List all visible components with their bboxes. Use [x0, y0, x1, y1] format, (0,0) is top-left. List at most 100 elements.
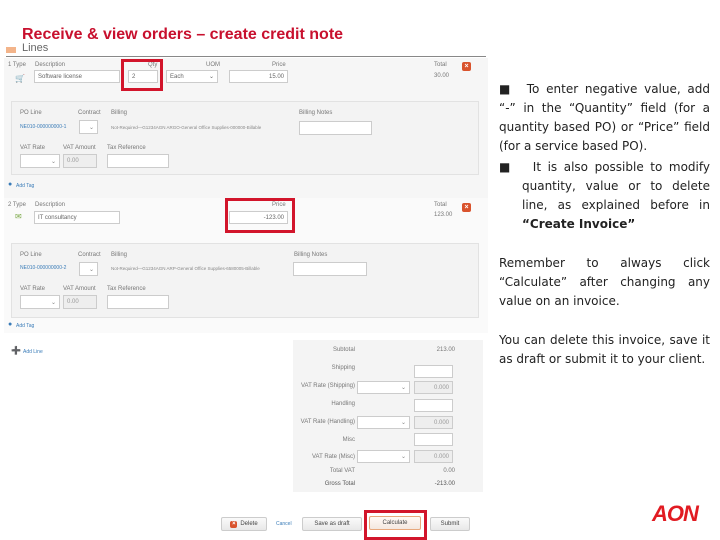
- line-1-po-line-link[interactable]: NE010-000000000-1: [20, 124, 66, 130]
- delete-line-2-icon[interactable]: ×: [462, 203, 471, 212]
- vat-shipping-value: 0.000: [414, 381, 453, 394]
- total-vat-value: 0.00: [443, 468, 455, 474]
- lines-header-label: Lines: [22, 42, 49, 54]
- line-2-billing-value: Not-Required—G1234AGN ARP-General Office…: [111, 266, 260, 271]
- description-label: Description: [35, 62, 66, 68]
- lines-section-header: Lines: [6, 42, 486, 57]
- subtotal-label: Subtotal: [332, 347, 355, 353]
- line-1-vat-amount-field: 0.00: [63, 154, 97, 168]
- line-1-add-tag-link[interactable]: Add Tag: [16, 183, 34, 189]
- bullet-2-bold-text: “Create Invoice”: [522, 217, 636, 231]
- line-1-vat-rate-select[interactable]: ⌄: [20, 154, 60, 168]
- contract-label: Contract: [78, 252, 101, 258]
- subtotal-value: 213.00: [436, 347, 455, 353]
- billing-label: Billing: [111, 252, 128, 258]
- billing-label: Billing: [111, 110, 128, 116]
- chevron-down-icon: ⌄: [208, 74, 214, 80]
- po-line-label: PO Line: [20, 110, 42, 116]
- gross-total-label: Gross Total: [324, 481, 355, 487]
- submit-button[interactable]: Submit: [430, 517, 470, 531]
- line-1-description-input[interactable]: Software license: [34, 70, 120, 83]
- chevron-down-icon: ⌄: [88, 266, 94, 273]
- delete-icon: ×: [230, 520, 238, 528]
- chevron-down-icon: ⌄: [400, 420, 406, 426]
- vat-handling-value: 0.000: [414, 416, 453, 429]
- line-2-contract-select[interactable]: ⌄: [79, 262, 98, 276]
- line-2-po-line-link[interactable]: NE010-000000000-2: [20, 265, 66, 271]
- chevron-down-icon: ⌄: [50, 158, 56, 165]
- price-highlight-box: [225, 198, 295, 233]
- vat-amount-label: VAT Amount: [63, 145, 96, 151]
- line-1-contract-select[interactable]: ⌄: [79, 120, 98, 134]
- slide-title: Receive & view orders – create credit no…: [22, 26, 344, 43]
- line-2-description-input[interactable]: IT consultancy: [34, 211, 120, 224]
- misc-input[interactable]: [414, 433, 453, 446]
- instruction-bullet-1: ■ To enter negative value, add “-” in th…: [499, 80, 710, 156]
- misc-label: Misc: [342, 437, 355, 443]
- bullet-1-text: To enter negative value, add “-” in the …: [499, 82, 711, 153]
- line-1-tax-reference-input[interactable]: [107, 154, 169, 168]
- vat-rate-label: VAT Rate: [20, 145, 46, 151]
- handling-input[interactable]: [414, 399, 453, 412]
- cancel-link[interactable]: Cancel: [276, 521, 292, 527]
- line-2-type-label: 2 Type: [8, 202, 26, 208]
- vat-rate-label: VAT Rate: [20, 286, 46, 292]
- shipping-input[interactable]: [414, 365, 453, 378]
- chevron-down-icon: ⌄: [50, 299, 56, 306]
- line-2-tax-reference-input[interactable]: [107, 295, 169, 309]
- billing-notes-label: Billing Notes: [299, 110, 333, 116]
- line-1-price-input[interactable]: 15.00: [229, 70, 288, 83]
- vat-handling-select[interactable]: ⌄: [357, 416, 410, 429]
- add-line-link[interactable]: Add Line: [23, 349, 43, 355]
- line-2-billing-notes-input[interactable]: [293, 262, 367, 276]
- line-1-total-value: 30.00: [434, 73, 450, 79]
- bullet-2-text: It is also possible to modify quantity, …: [522, 160, 710, 212]
- delete-button-label: Delete: [240, 521, 258, 527]
- vat-misc-value: 0.000: [414, 450, 453, 463]
- closing-text: You can delete this invoice, save it as …: [499, 333, 710, 366]
- handling-label: Handling: [331, 401, 355, 407]
- bullet-marker: ■: [499, 160, 533, 174]
- total-label: Total: [434, 202, 447, 208]
- save-draft-button[interactable]: Save as draft: [302, 517, 362, 531]
- vat-shipping-label: VAT Rate (Shipping): [300, 383, 355, 389]
- chevron-down-icon: ⌄: [400, 454, 406, 460]
- line-2-vat-amount-field: 0.00: [63, 295, 97, 309]
- shipping-label: Shipping: [331, 365, 355, 371]
- delete-button[interactable]: × Delete: [221, 517, 267, 531]
- vat-handling-label: VAT Rate (Handling): [300, 419, 355, 425]
- line-1-uom-select[interactable]: Each ⌄: [166, 70, 218, 83]
- bullet-marker: ■: [499, 82, 527, 96]
- line-1-billing-value: Not-Required—G1234AGN ARGO-General Offic…: [111, 125, 262, 130]
- delete-line-1-icon[interactable]: ×: [462, 62, 471, 71]
- aon-logo: AON: [652, 501, 699, 526]
- service-icon: ✉: [15, 212, 22, 221]
- price-label: Price: [272, 62, 286, 68]
- vat-misc-label: VAT Rate (Misc): [311, 454, 355, 460]
- section-icon: [6, 47, 16, 53]
- instruction-bullet-2: ■ It is also possible to modify quantity…: [499, 158, 710, 234]
- total-vat-label: Total VAT: [329, 468, 355, 474]
- description-label: Description: [35, 202, 66, 208]
- cart-icon: 🛒: [15, 74, 25, 83]
- line-1-type-label: 1 Type: [8, 62, 26, 68]
- billing-notes-label: Billing Notes: [294, 252, 328, 258]
- line-2-vat-rate-select[interactable]: ⌄: [20, 295, 60, 309]
- po-line-label: PO Line: [20, 252, 42, 258]
- uom-value: Each: [170, 73, 184, 80]
- calculate-highlight-box: [364, 510, 427, 540]
- add-circle-icon: ➕: [11, 346, 21, 355]
- tax-reference-label: Tax Reference: [107, 145, 146, 151]
- contract-label: Contract: [78, 110, 101, 116]
- line-1-billing-notes-input[interactable]: [299, 121, 372, 135]
- line-2-total-value: 123.00: [434, 212, 453, 218]
- gross-total-value: -213.00: [434, 481, 455, 487]
- qty-highlight-box: [121, 59, 163, 91]
- tag-icon: ●: [8, 181, 13, 188]
- chevron-down-icon: ⌄: [88, 124, 94, 131]
- tax-reference-label: Tax Reference: [107, 286, 146, 292]
- reminder-text: Remember to always click “Calculate” aft…: [499, 256, 710, 308]
- vat-shipping-select[interactable]: ⌄: [357, 381, 410, 394]
- line-2-add-tag-link[interactable]: Add Tag: [16, 323, 34, 329]
- vat-misc-select[interactable]: ⌄: [357, 450, 410, 463]
